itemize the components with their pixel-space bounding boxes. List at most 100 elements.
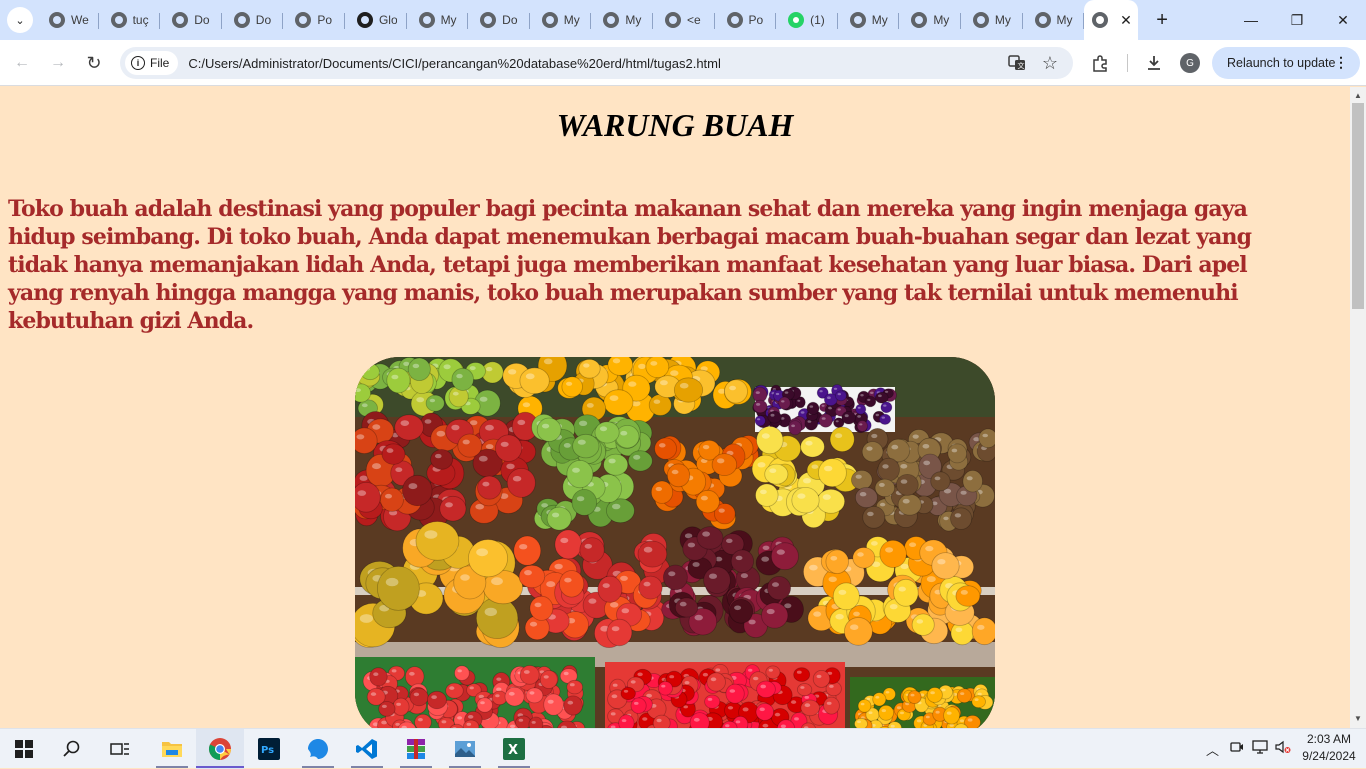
taskbar-vscode[interactable] — [343, 729, 391, 769]
fruit-highlight — [761, 556, 770, 562]
fruit-highlight — [552, 512, 560, 518]
fruit-shape — [816, 488, 846, 514]
network-icon[interactable] — [1252, 740, 1268, 757]
taskbar-app-blue[interactable] — [294, 729, 342, 769]
tab-6[interactable]: My — [407, 4, 469, 36]
fruit-highlight — [770, 413, 775, 417]
tab-8[interactable]: My — [530, 4, 592, 36]
scroll-up-arrow-icon[interactable]: ▲ — [1350, 89, 1366, 103]
vertical-scrollbar[interactable]: ▲ ▼ — [1350, 87, 1366, 728]
bookmark-star-icon[interactable]: ☆ — [1040, 53, 1060, 73]
translate-icon[interactable]: 文 — [1007, 53, 1027, 73]
fruit-highlight — [930, 691, 935, 695]
tab-4[interactable]: Po — [283, 4, 345, 36]
fruit-highlight — [621, 719, 627, 723]
globe-icon — [849, 12, 866, 28]
task-view-button[interactable] — [96, 729, 144, 769]
volume-muted-icon[interactable] — [1275, 740, 1291, 757]
fruit-shape — [877, 457, 900, 482]
fruit-highlight — [364, 367, 371, 371]
fruit-highlight — [612, 683, 618, 687]
tab-11[interactable]: Po — [715, 4, 777, 36]
fruit-highlight — [554, 563, 563, 570]
fruit-shape — [539, 670, 558, 689]
taskbar-photos[interactable] — [441, 729, 489, 769]
url-text[interactable]: C:/Users/Administrator/Documents/CICI/pe… — [188, 56, 721, 71]
site-info-chip[interactable]: i File — [125, 51, 179, 75]
tab-3[interactable]: Do — [222, 4, 284, 36]
scrollbar-thumb[interactable] — [1352, 103, 1364, 309]
tab-7[interactable]: Do — [468, 4, 530, 36]
fruit-highlight — [954, 513, 962, 518]
fruit-highlight — [867, 511, 874, 517]
fruit-highlight — [959, 719, 965, 723]
profile-avatar[interactable]: G — [1180, 53, 1200, 73]
taskbar-file-explorer[interactable] — [148, 729, 196, 769]
fruit-shape — [414, 713, 432, 728]
fruit-highlight — [755, 391, 760, 394]
tab-2[interactable]: Do — [160, 4, 222, 36]
fruit-shape — [451, 367, 474, 391]
fruit-highlight — [572, 467, 580, 473]
system-clock[interactable]: 2:03 AM 9/24/2024 — [1296, 731, 1362, 765]
fruit-shape — [402, 474, 433, 507]
fruit-shape — [607, 357, 634, 376]
forward-button[interactable]: → — [43, 48, 73, 78]
minimize-button[interactable]: — — [1228, 0, 1274, 40]
fruit-highlight — [480, 701, 485, 705]
fruit-highlight — [385, 577, 399, 587]
address-bar[interactable]: i File C:/Users/Administrator/Documents/… — [120, 47, 1073, 79]
meet-now-icon[interactable] — [1230, 740, 1244, 757]
fruit-highlight — [871, 433, 878, 439]
reload-button[interactable]: ↻ — [79, 48, 109, 78]
start-button[interactable] — [0, 729, 48, 769]
fruit-highlight — [735, 720, 741, 724]
chevron-up-icon[interactable]: ︿ — [1206, 740, 1219, 759]
extensions-icon[interactable] — [1089, 52, 1111, 74]
fruit-highlight — [900, 464, 908, 469]
fruit-highlight — [525, 373, 535, 380]
tab-9[interactable]: My — [591, 4, 653, 36]
fruit-shape — [978, 428, 995, 449]
tab-title: My — [1056, 13, 1073, 27]
taskbar-winrar[interactable] — [392, 729, 440, 769]
relaunch-to-update-button[interactable]: Relaunch to update ⋮ — [1212, 47, 1360, 79]
fruit-highlight — [759, 707, 765, 712]
tab-search-button[interactable]: ⌄ — [7, 7, 33, 33]
tab-5[interactable]: Glo — [345, 4, 407, 36]
fruit-highlight — [857, 415, 861, 418]
tab-title: My — [871, 13, 888, 27]
tab-12[interactable]: (1) — [776, 4, 838, 36]
fruit-shape — [834, 390, 847, 402]
tab-15[interactable]: My — [961, 4, 1023, 36]
tab-0[interactable]: We — [37, 4, 99, 36]
fruit-shape — [696, 526, 724, 550]
tab-1[interactable]: tuç — [99, 4, 161, 36]
new-tab-button[interactable]: + — [1150, 9, 1174, 32]
tab-10[interactable]: <e — [653, 4, 715, 36]
photos-icon — [455, 741, 475, 757]
fruit-highlight — [859, 492, 867, 497]
search-button[interactable] — [48, 729, 96, 769]
scroll-down-arrow-icon[interactable]: ▼ — [1350, 712, 1366, 726]
more-menu-icon[interactable]: ⋮ — [1334, 53, 1348, 71]
fruit-highlight — [860, 394, 864, 397]
restore-button[interactable]: ❐ — [1274, 0, 1320, 40]
close-tab-icon[interactable]: ✕ — [1120, 12, 1132, 29]
download-icon[interactable] — [1143, 52, 1165, 74]
tab-active[interactable]: ✕ — [1084, 0, 1139, 40]
tab-16[interactable]: My — [1023, 4, 1085, 36]
taskbar-excel[interactable]: X — [490, 729, 538, 769]
tab-13[interactable]: My — [838, 4, 900, 36]
fruit-highlight — [757, 462, 766, 468]
globe-icon — [418, 12, 435, 28]
window-close-button[interactable]: ✕ — [1320, 0, 1366, 40]
tab-14[interactable]: My — [899, 4, 961, 36]
fruit-highlight — [709, 573, 717, 579]
fruit-highlight — [577, 439, 586, 445]
taskbar-chrome[interactable] — [196, 729, 244, 769]
tab-title: We — [71, 13, 89, 27]
fruit-highlight — [791, 424, 795, 428]
taskbar-photoshop[interactable]: Ps — [245, 729, 293, 769]
back-button[interactable]: ← — [7, 48, 37, 78]
